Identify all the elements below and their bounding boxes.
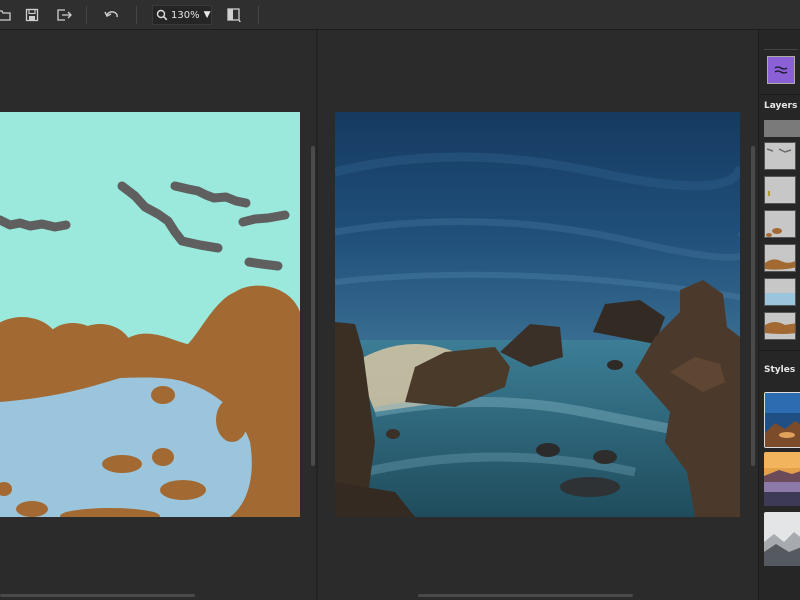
segmentation-canvas[interactable] [0,112,300,517]
compare-view-button[interactable] [224,5,244,25]
segmentation-canvas-area [0,30,316,600]
zoom-value: 130% [171,9,200,21]
style-thumbnail-ocean-dusk[interactable] [764,392,800,448]
layer-item-sky-layer[interactable] [764,120,800,137]
brush-swatch-button[interactable] [767,56,795,84]
tree-layer-thumbnail [768,191,770,196]
toolbar: 130% ▼ [0,0,800,30]
generated-image [335,112,740,517]
style-image-misty-mountains [764,512,800,566]
split-view-icon [227,8,241,22]
left-vertical-scrollbar[interactable] [311,146,315,466]
style-thumbnail-sunset-lake[interactable] [764,452,800,506]
undo-icon [104,11,118,18]
panel-divider [759,350,800,351]
styles-title: Styles [764,365,796,375]
panel-divider [764,49,798,50]
save-button[interactable] [22,5,42,25]
style-image-sunset-lake [764,452,800,506]
style-thumbnail-misty-mountains[interactable] [764,512,800,566]
zoom-select[interactable]: 130% ▼ [152,5,212,25]
folder-open-icon [0,10,11,21]
right-horizontal-scrollbar[interactable] [418,594,633,597]
toolbar-separator [258,6,259,24]
result-canvas-area [318,30,758,600]
style-image-ocean-dusk [765,393,800,447]
right-vertical-scrollbar[interactable] [751,146,755,466]
layer-item-mountain-layer[interactable] [764,312,796,340]
magnifier-icon [156,9,168,21]
layer-item-water-layer[interactable] [764,278,796,306]
layer-item-cloud-layer[interactable] [764,142,796,170]
toolbar-separator [136,6,137,24]
left-horizontal-scrollbar[interactable] [0,594,195,597]
open-button[interactable] [0,5,14,25]
side-panel: Layers Styles [758,30,800,600]
undo-button[interactable] [102,5,122,25]
layer-item-rock-layer[interactable] [764,210,796,238]
mountain-layer-thumbnail [765,322,795,334]
chevron-down-icon: ▼ [203,10,211,20]
cloud-layer-thumbnail [766,148,792,153]
water-layer-thumbnail [765,293,795,305]
export-icon [57,9,72,21]
water-brush-icon [774,66,788,74]
rock-layer-thumbnail [766,228,782,237]
layer-item-ground-layer[interactable] [764,244,796,272]
export-button[interactable] [54,5,74,25]
layer-item-tree-layer[interactable] [764,176,796,204]
save-icon [25,8,39,22]
panel-divider [759,94,800,95]
toolbar-separator [86,6,87,24]
layers-title: Layers [764,101,798,111]
ground-layer-thumbnail [765,259,795,270]
